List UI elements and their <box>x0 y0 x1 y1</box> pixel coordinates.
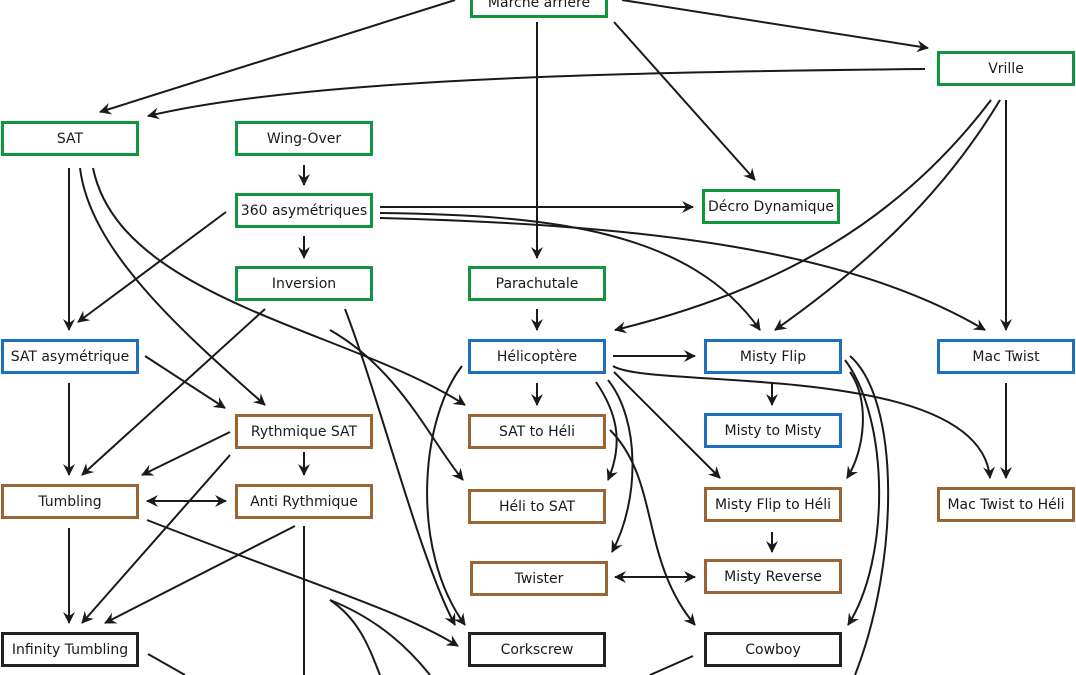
node-helicoptere[interactable]: Hélicoptère <box>468 339 606 374</box>
node-label: Misty Flip <box>739 348 807 365</box>
node-label: Mac Twist <box>972 348 1040 365</box>
node-label: Twister <box>514 570 564 587</box>
node-label: Marche arrière <box>487 0 591 11</box>
node-misty-flip[interactable]: Misty Flip <box>704 339 842 374</box>
node-anti-rythmique[interactable]: Anti Rythmique <box>235 484 373 519</box>
node-label: Inversion <box>271 275 337 292</box>
node-label: Infinity Tumbling <box>11 641 129 658</box>
node-sat[interactable]: SAT <box>1 121 139 156</box>
node-label: SAT <box>56 130 84 147</box>
edge-inversion-to-corkscrew <box>344 308 456 626</box>
node-misty-to-misty[interactable]: Misty to Misty <box>704 413 842 448</box>
node-label: Wing-Over <box>266 130 342 147</box>
edge-helicoptere-to-corkscrew <box>426 365 466 626</box>
node-twister[interactable]: Twister <box>470 561 608 596</box>
node-label: Cowboy <box>745 641 801 658</box>
node-mac-twist[interactable]: Mac Twist <box>937 339 1075 374</box>
node-infinity-tumbling[interactable]: Infinity Tumbling <box>1 632 139 667</box>
node-mac-twist-to-heli[interactable]: Mac Twist to Héli <box>937 487 1075 522</box>
node-label: Anti Rythmique <box>250 493 358 510</box>
node-vrille[interactable]: Vrille <box>937 51 1075 86</box>
edge-infinity-tumbling-to-offscreen <box>147 653 186 675</box>
node-heli-to-sat[interactable]: Héli to SAT <box>468 489 606 524</box>
node-label: Mac Twist to Héli <box>947 496 1065 513</box>
node-label: Hélicoptère <box>496 348 578 365</box>
node-label: Rythmique SAT <box>250 423 358 440</box>
node-label: Décro Dynamique <box>708 198 834 215</box>
node-label: SAT asymétrique <box>10 348 130 365</box>
edge-helicoptere-to-heli-to-sat <box>329 329 464 481</box>
node-label: Tumbling <box>38 493 102 510</box>
node-label: Vrille <box>988 60 1024 77</box>
node-cowboy[interactable]: Cowboy <box>704 632 842 667</box>
node-rythmique-sat[interactable]: Rythmique SAT <box>235 414 373 449</box>
edge-helicoptere-to-twister <box>607 379 634 553</box>
node-label: Corkscrew <box>500 641 574 658</box>
node-corkscrew[interactable]: Corkscrew <box>468 632 606 667</box>
node-inversion[interactable]: Inversion <box>235 266 373 301</box>
edge-misty-flip-to-offscreen <box>849 355 890 675</box>
node-label: Misty Reverse <box>724 568 822 585</box>
node-label: SAT to Héli <box>498 423 576 440</box>
node-360-asym[interactable]: 360 asymétriques <box>235 193 373 228</box>
node-misty-flip-to-heli[interactable]: Misty Flip to Héli <box>704 487 842 522</box>
node-label: Misty to Misty <box>724 422 822 439</box>
node-label: Parachutale <box>495 275 579 292</box>
node-label: Misty Flip to Héli <box>714 496 832 513</box>
node-label: Héli to SAT <box>498 498 576 515</box>
edge-cowboy-to-offscreen <box>649 655 694 675</box>
node-misty-reverse[interactable]: Misty Reverse <box>704 559 842 594</box>
edge-inversion-to-tumbling <box>81 308 266 476</box>
node-wing-over[interactable]: Wing-Over <box>235 121 373 156</box>
node-sat-to-heli[interactable]: SAT to Héli <box>468 414 606 449</box>
node-sat-asym[interactable]: SAT asymétrique <box>1 339 139 374</box>
edge-marche-arriere-to-decro-dyn <box>613 21 756 181</box>
edge-tumbling-to-corkscrew <box>146 519 459 647</box>
node-marche-arriere[interactable]: Marche arrière <box>470 0 608 18</box>
node-parachutale[interactable]: Parachutale <box>468 266 606 301</box>
edge-marche-arriere-to-vrille <box>621 0 929 53</box>
node-tumbling[interactable]: Tumbling <box>1 484 139 519</box>
node-decro-dyn[interactable]: Décro Dynamique <box>702 189 840 224</box>
node-label: 360 asymétriques <box>240 202 368 219</box>
